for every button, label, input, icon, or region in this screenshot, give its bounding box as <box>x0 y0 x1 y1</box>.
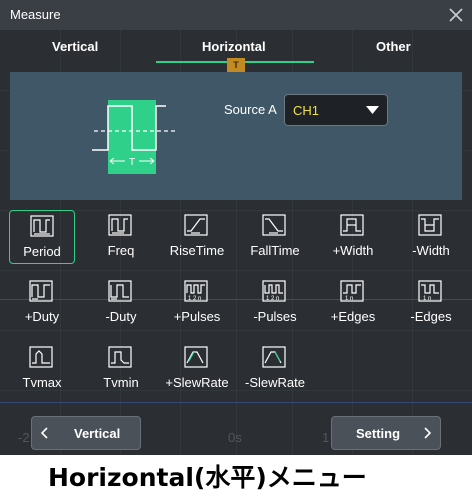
setting-button[interactable]: Setting <box>331 416 441 450</box>
measure-pos-pulses[interactable]: 1 2 n +Pulses <box>164 276 230 330</box>
measure-neg-width[interactable]: -Width <box>398 210 464 264</box>
grid-line <box>0 330 472 331</box>
measure-neg-pulses[interactable]: 1 2 n -Pulses <box>242 276 308 330</box>
pos-edges-icon: 1 n <box>340 280 364 302</box>
measure-label: Freq <box>107 243 135 258</box>
chevron-right-icon <box>424 427 432 439</box>
measure-label: FallTime <box>250 243 300 258</box>
neg-slewrate-icon <box>262 346 286 368</box>
period-symbol: T <box>129 157 135 168</box>
measure-preview-panel: T Source A CH1 <box>10 72 462 200</box>
svg-text:1 n: 1 n <box>345 296 353 302</box>
measure-neg-duty[interactable]: -Duty <box>88 276 154 330</box>
source-a-select[interactable]: CH1 <box>284 94 388 126</box>
measure-risetime[interactable]: RiseTime <box>164 210 230 264</box>
source-a-label: Source A <box>224 102 277 117</box>
title-bar: Measure <box>0 0 472 30</box>
pos-duty-icon <box>29 280 53 302</box>
tab-vertical[interactable]: Vertical <box>52 39 98 54</box>
measure-tvmax[interactable]: Tvmax <box>9 342 75 396</box>
measure-label: Tvmin <box>103 375 139 390</box>
risetime-icon <box>184 214 208 236</box>
measure-tvmin[interactable]: Tvmin <box>88 342 154 396</box>
measure-label: -Width <box>412 243 450 258</box>
measure-neg-slewrate[interactable]: -SlewRate <box>242 342 308 396</box>
measure-neg-edges[interactable]: 1 n -Edges <box>398 276 464 330</box>
channel-trace <box>0 402 472 403</box>
vertical-button[interactable]: Vertical <box>31 416 141 450</box>
measure-pos-slewrate[interactable]: +SlewRate <box>164 342 230 396</box>
tab-other[interactable]: Other <box>376 39 411 54</box>
measure-label: +Duty <box>24 309 60 324</box>
neg-duty-icon <box>108 280 132 302</box>
grid-line <box>0 270 472 271</box>
measure-period[interactable]: Period <box>9 210 75 264</box>
svg-text:1 2 n: 1 2 n <box>188 296 201 302</box>
measure-dialog: Measure Vertical Horizontal Other T T So… <box>0 0 472 455</box>
measure-pos-duty[interactable]: +Duty <box>9 276 75 330</box>
pos-width-icon <box>340 214 364 236</box>
axis-label: -2 <box>18 430 30 445</box>
axis-label: 1 <box>322 430 330 445</box>
vertical-button-label: Vertical <box>74 426 121 441</box>
source-a-value: CH1 <box>293 103 320 118</box>
svg-text:1 2 n: 1 2 n <box>266 296 279 302</box>
caret-down-icon <box>366 106 379 114</box>
measure-label: RiseTime <box>169 243 225 258</box>
tvmin-icon <box>108 346 132 368</box>
measure-label: -Duty <box>105 309 137 324</box>
trigger-marker: T <box>227 58 245 72</box>
period-icon <box>30 215 54 237</box>
dialog-title: Measure <box>10 7 61 22</box>
tvmax-icon <box>29 346 53 368</box>
measure-freq[interactable]: Freq <box>88 210 154 264</box>
measure-label: +Edges <box>330 309 376 324</box>
setting-button-label: Setting <box>356 426 401 441</box>
measure-label: Tvmax <box>22 375 62 390</box>
axis-label: 0s <box>228 430 242 445</box>
measure-label: Period <box>23 244 61 259</box>
svg-text:1 n: 1 n <box>423 296 431 302</box>
neg-width-icon <box>418 214 442 236</box>
measure-pos-width[interactable]: +Width <box>320 210 386 264</box>
close-button[interactable] <box>446 5 466 25</box>
measure-falltime[interactable]: FallTime <box>242 210 308 264</box>
tab-horizontal[interactable]: Horizontal <box>202 39 266 54</box>
close-icon <box>449 8 463 22</box>
freq-icon <box>108 214 132 236</box>
measure-label: +Width <box>332 243 374 258</box>
measure-label: +Pulses <box>173 309 221 324</box>
neg-edges-icon: 1 n <box>418 280 442 302</box>
falltime-icon <box>262 214 286 236</box>
caption-text: Horizontal(水平)メニュー <box>48 463 367 492</box>
measure-label: -Pulses <box>253 309 297 324</box>
pos-pulses-icon: 1 2 n <box>184 280 208 302</box>
measure-label: -SlewRate <box>245 375 305 390</box>
measure-label: -Edges <box>410 309 452 324</box>
pos-slewrate-icon <box>184 346 208 368</box>
measure-pos-edges[interactable]: 1 n +Edges <box>320 276 386 330</box>
chevron-left-icon <box>40 427 48 439</box>
neg-pulses-icon: 1 2 n <box>262 280 286 302</box>
period-waveform-diagram: T <box>92 100 176 174</box>
measure-label: +SlewRate <box>165 375 229 390</box>
